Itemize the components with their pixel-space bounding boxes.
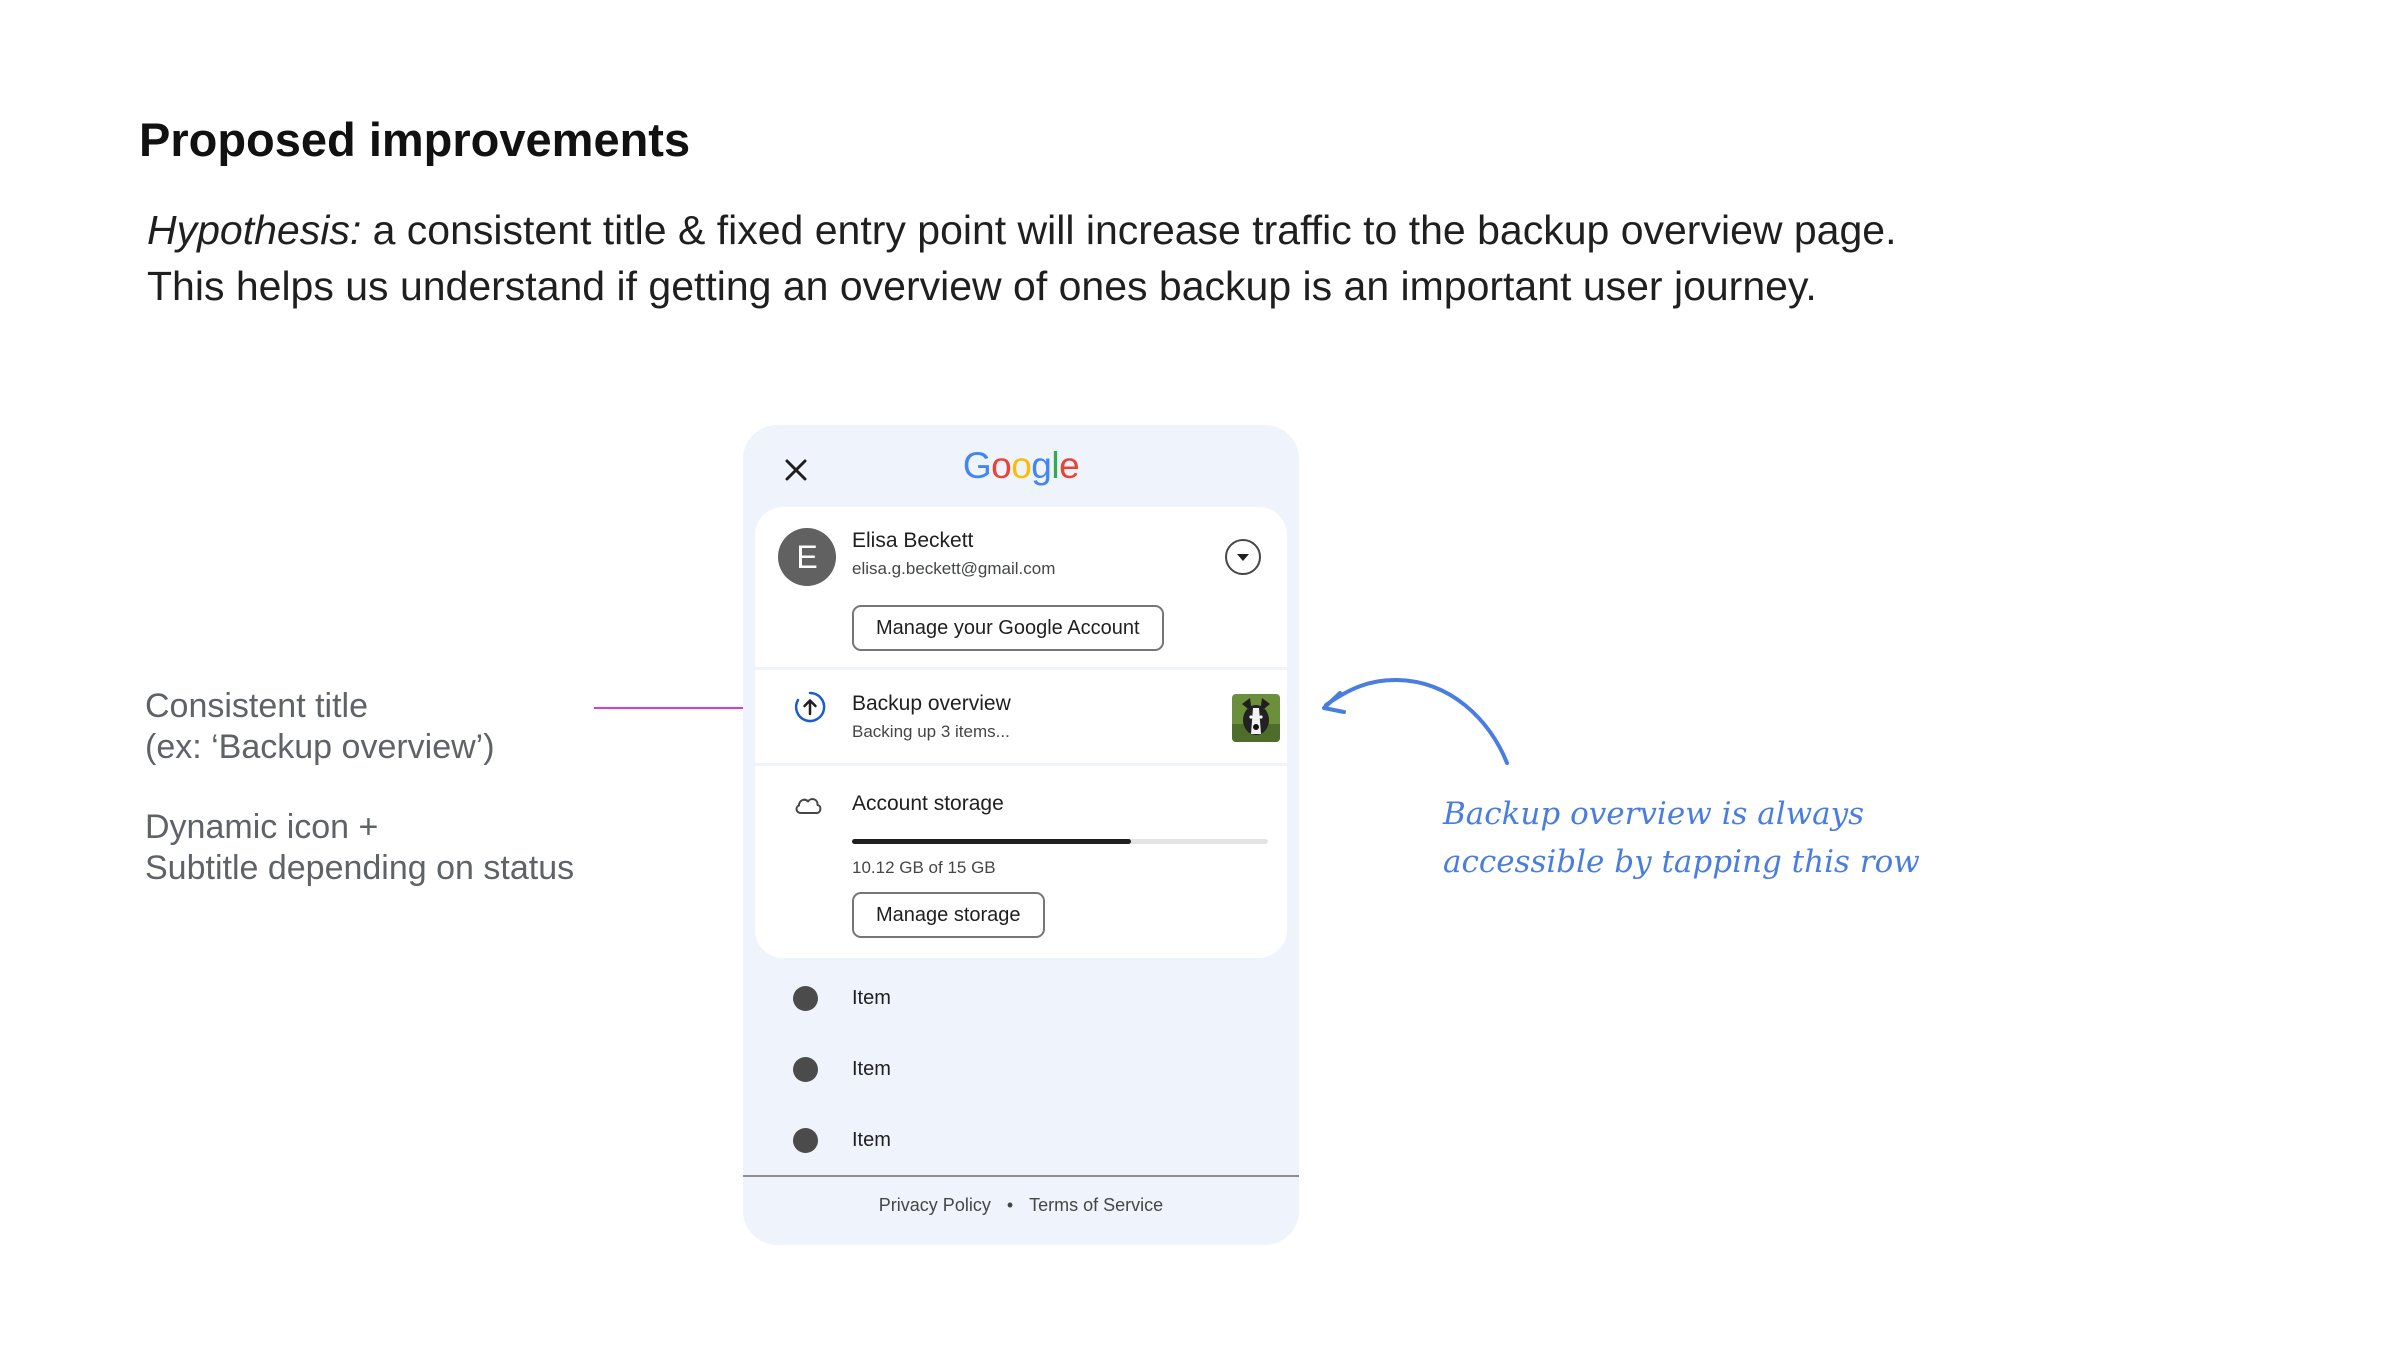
menu-item[interactable]: Item xyxy=(743,1115,1299,1165)
logo-letter: g xyxy=(1031,445,1052,486)
manage-account-button[interactable]: Manage your Google Account xyxy=(852,605,1164,651)
logo-letter: G xyxy=(962,445,992,486)
annotation-consistent-title: Consistent title (ex: ‘Backup overview’) xyxy=(145,686,495,768)
privacy-policy-link[interactable]: Privacy Policy xyxy=(879,1195,991,1215)
menu-item[interactable]: Item xyxy=(743,973,1299,1023)
cloud-icon xyxy=(795,798,822,814)
account-storage-card: Account storage 10.12 GB of 15 GB Manage… xyxy=(755,766,1287,958)
account-email: elisa.g.beckett@gmail.com xyxy=(852,559,1056,578)
avatar[interactable]: E xyxy=(778,528,836,586)
logo-letter: o xyxy=(991,445,1012,486)
handwritten-line: accessible by tapping this row xyxy=(1443,844,1920,880)
item-icon xyxy=(793,1128,818,1153)
hypothesis-line-1: Hypothesis: a consistent title & fixed e… xyxy=(147,202,1896,258)
backup-subtitle: Backing up 3 items... xyxy=(852,722,1010,741)
annotation-dynamic-icon: Dynamic icon + Subtitle depending on sta… xyxy=(145,807,574,889)
menu-item-label: Item xyxy=(852,987,891,1009)
annotation-line: Consistent title xyxy=(145,687,368,725)
storage-usage: 10.12 GB of 15 GB xyxy=(852,858,996,877)
google-logo: Google xyxy=(743,445,1299,487)
curved-arrow-icon xyxy=(1322,677,1509,765)
backup-title: Backup overview xyxy=(852,692,1011,715)
menu-item-label: Item xyxy=(852,1058,891,1080)
storage-progress-fill xyxy=(852,839,1131,844)
annotation-line: Subtitle depending on status xyxy=(145,849,575,887)
menu-item[interactable]: Item xyxy=(743,1044,1299,1094)
hypothesis-label: Hypothesis: xyxy=(147,207,362,253)
logo-letter: e xyxy=(1059,445,1080,486)
item-icon xyxy=(793,986,818,1011)
backup-upload-icon xyxy=(794,691,826,723)
slide-title: Proposed improvements xyxy=(139,113,691,166)
switch-account-button[interactable] xyxy=(1225,539,1261,575)
hypothesis-line-2: This helps us understand if getting an o… xyxy=(147,263,1817,309)
annotation-line: Dynamic icon + xyxy=(145,808,379,846)
annotation-line: (ex: ‘Backup overview’) xyxy=(145,728,495,766)
footer-divider xyxy=(743,1175,1299,1177)
account-name: Elisa Beckett xyxy=(852,529,974,552)
menu-item-label: Item xyxy=(852,1129,891,1151)
storage-progress-bar xyxy=(852,839,1268,844)
handwritten-note: Backup overview is always accessible by … xyxy=(1443,790,1920,886)
logo-letter: o xyxy=(1011,445,1032,486)
handwritten-line: Backup overview is always xyxy=(1443,796,1865,832)
hypothesis-body: a consistent title & fixed entry point w… xyxy=(361,207,1897,253)
account-menu-panel: Google E Elisa Beckett elisa.g.beckett@g… xyxy=(743,425,1299,1245)
footer-separator: • xyxy=(1006,1195,1014,1215)
hypothesis-text: Hypothesis: a consistent title & fixed e… xyxy=(147,202,1896,314)
dog-photo-thumbnail xyxy=(1232,694,1280,742)
item-icon xyxy=(793,1057,818,1082)
account-card: E Elisa Beckett elisa.g.beckett@gmail.co… xyxy=(755,507,1287,667)
storage-title: Account storage xyxy=(852,792,1004,815)
terms-of-service-link[interactable]: Terms of Service xyxy=(1029,1195,1163,1215)
chevron-down-icon xyxy=(1237,554,1249,561)
manage-storage-button[interactable]: Manage storage xyxy=(852,892,1045,938)
backup-overview-row[interactable]: Backup overview Backing up 3 items... xyxy=(755,670,1287,763)
footer: Privacy Policy • Terms of Service xyxy=(743,1195,1299,1216)
logo-letter: l xyxy=(1051,445,1060,486)
